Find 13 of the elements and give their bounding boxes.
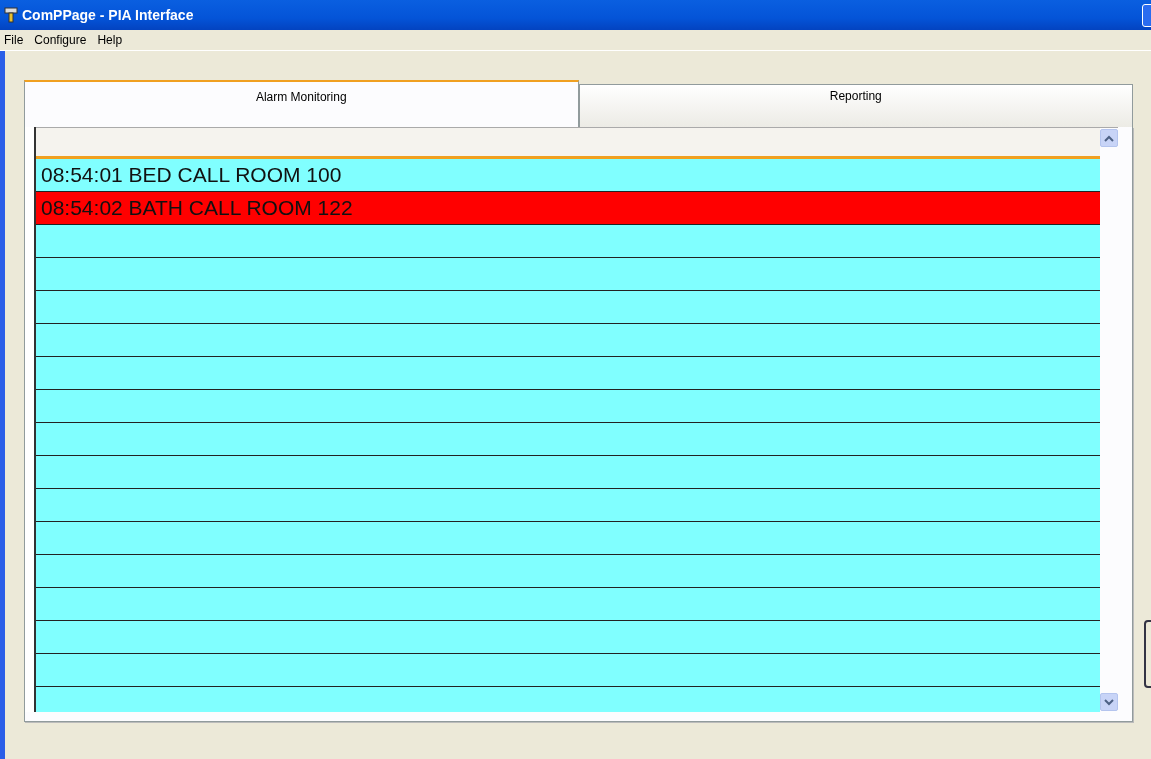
window-title: ComPPage - PIA Interface	[22, 7, 194, 23]
scroll-down-button[interactable]	[1100, 693, 1118, 711]
menu-item[interactable]: Help	[96, 33, 124, 47]
menu-item[interactable]: Configure	[33, 33, 88, 47]
alarm-row[interactable]: 08:54:01 BED CALL ROOM 100	[36, 159, 1100, 192]
tab[interactable]: Alarm Monitoring	[24, 80, 579, 127]
pager-icon	[4, 7, 18, 23]
scroll-up-button[interactable]	[1100, 129, 1118, 147]
tab[interactable]: Reporting	[578, 84, 1133, 127]
menu-item[interactable]: File	[3, 33, 25, 47]
alarm-row[interactable]: 08:54:02 BATH CALL ROOM 122	[36, 192, 1100, 225]
chevron-up-icon	[1104, 134, 1114, 142]
chevron-down-icon	[1104, 698, 1114, 706]
